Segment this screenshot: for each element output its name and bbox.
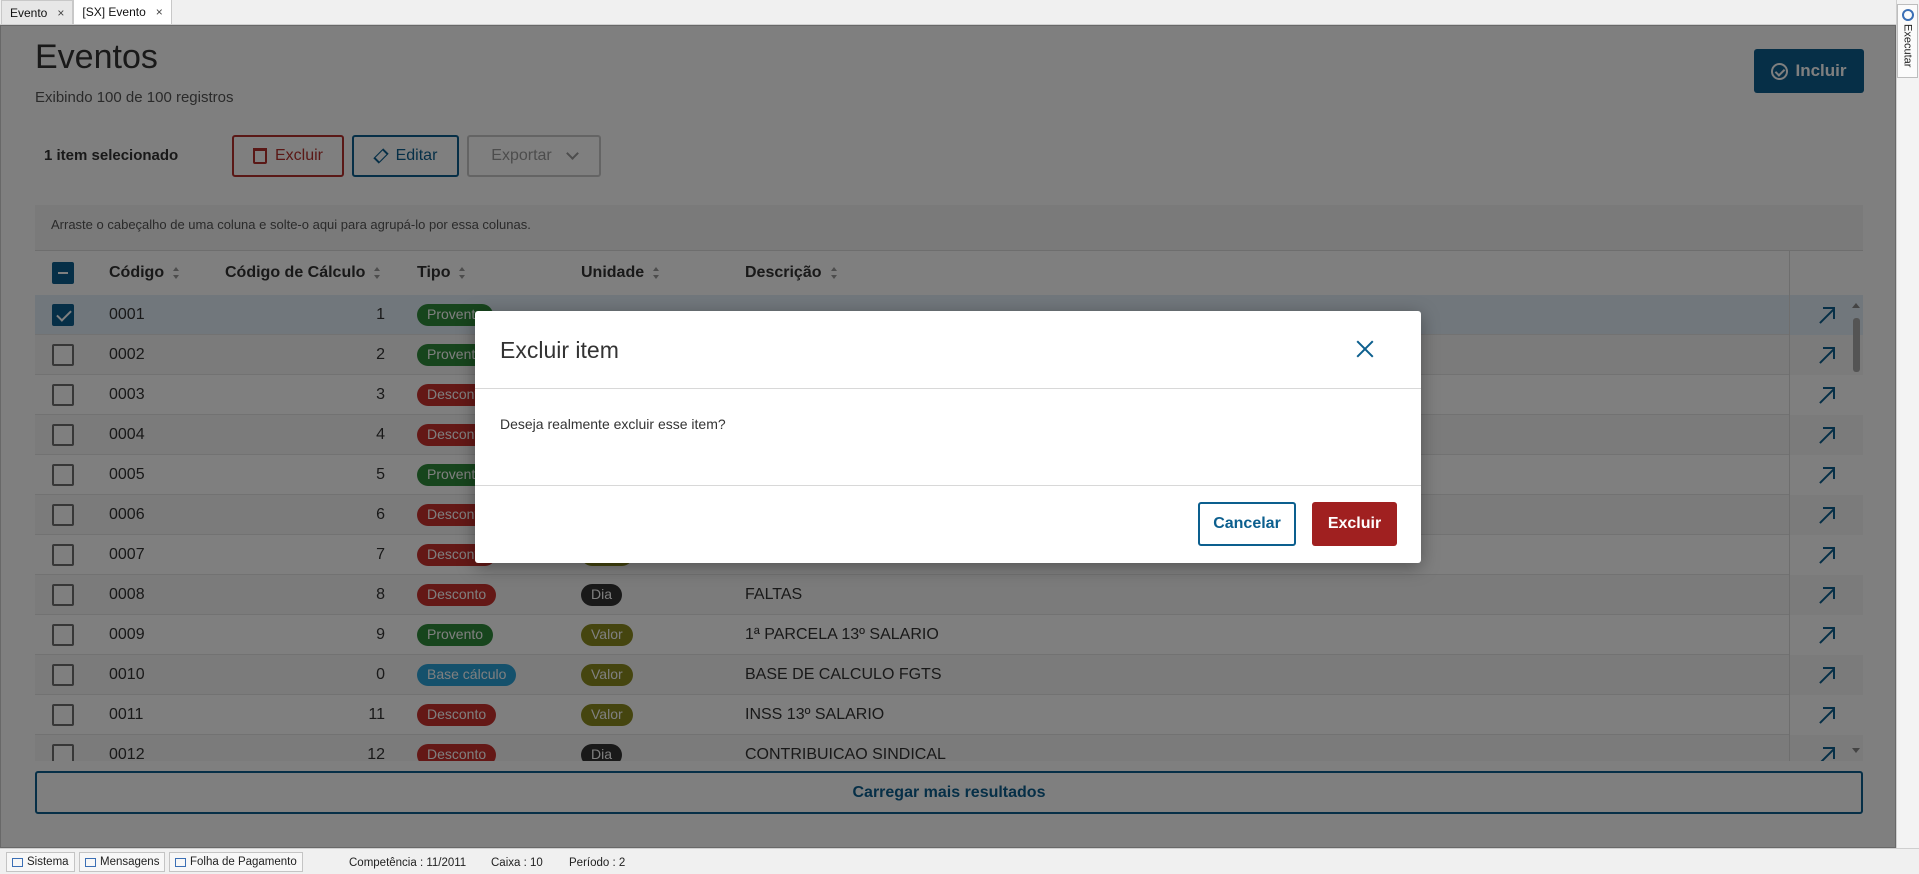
executar-button[interactable]: Executar [1897,4,1918,78]
dialog-message: Deseja realmente excluir esse item? [500,416,726,432]
window-tab-bar: Evento × [SX] Evento × [0,0,1896,25]
periodo-text: Período : 2 [569,857,626,869]
window-tab-label: Evento [10,5,48,20]
message-icon [85,857,96,867]
confirm-label: Excluir [1327,515,1382,532]
folha-pagamento-button[interactable]: Folha de Pagamento [169,852,303,872]
sistema-label: Sistema [27,856,69,868]
close-icon[interactable]: × [57,6,64,20]
close-icon[interactable] [1355,339,1375,359]
sistema-button[interactable]: Sistema [6,852,75,872]
cancel-button[interactable]: Cancelar [1198,502,1296,546]
cancel-label: Cancelar [1213,515,1281,532]
status-bar: Sistema Mensagens Folha de Pagamento Com… [0,848,1919,874]
delete-confirm-dialog: Excluir item Deseja realmente excluir es… [475,311,1421,563]
dialog-title: Excluir item [500,337,619,363]
divider [475,388,1421,389]
window-tab-sx-evento[interactable]: [SX] Evento × [73,0,172,24]
mensagens-button[interactable]: Mensagens [79,852,166,872]
caixa-text: Caixa : 10 [491,857,543,869]
competencia-text: Competência : 11/2011 [349,857,467,869]
gear-icon [1901,9,1914,21]
executar-label: Executar [1901,24,1914,68]
window-tab-label: [SX] Evento [82,5,146,19]
folha-label: Folha de Pagamento [190,856,297,868]
confirm-delete-button[interactable]: Excluir [1312,502,1397,546]
side-panel-strip: Executar [1896,0,1919,848]
window-tab-evento[interactable]: Evento × [1,0,74,24]
mensagens-label: Mensagens [100,856,160,868]
payroll-icon [175,857,186,867]
close-icon[interactable]: × [156,5,163,19]
divider [475,485,1421,486]
monitor-icon [12,857,23,867]
